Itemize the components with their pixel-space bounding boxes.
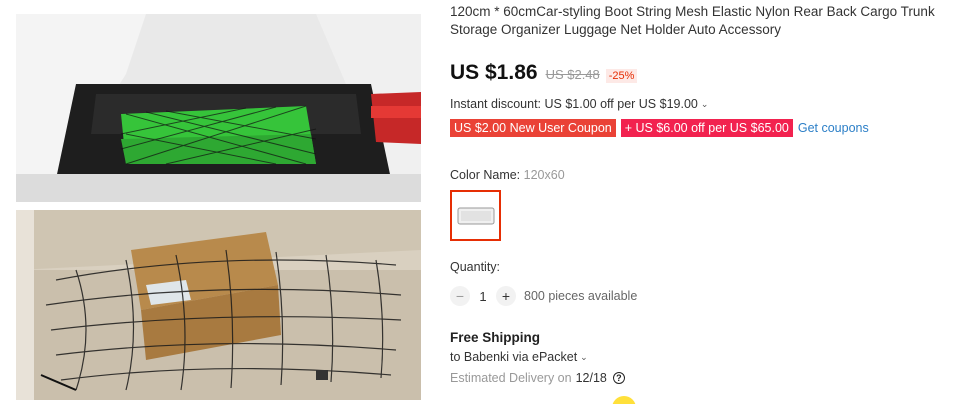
delivery-date: 12/18 xyxy=(575,371,607,385)
quantity-increase-button[interactable]: + xyxy=(496,286,516,306)
get-coupons-link[interactable]: Get coupons xyxy=(798,121,869,135)
current-price: US $1.86 xyxy=(450,61,538,84)
product-image-trunk-green-cargo[interactable] xyxy=(16,14,421,202)
shipping-title: Free Shipping xyxy=(450,330,541,345)
original-price: US $2.48 xyxy=(545,67,600,82)
shipping-destination-text: to Babenki via ePacket xyxy=(450,350,578,364)
instant-discount[interactable]: Instant discount: US $1.00 off per US $1… xyxy=(450,97,970,111)
trunk-net-photo-illustration xyxy=(16,210,421,400)
trunk-photo-illustration xyxy=(16,14,421,202)
product-gallery xyxy=(16,14,421,400)
coupon-row: US $2.00 New User Coupon + US $6.00 off … xyxy=(450,119,970,137)
quantity-decrease-button[interactable]: − xyxy=(450,286,470,306)
shipping-destination[interactable]: to Babenki via ePacket ⌄ xyxy=(450,350,970,364)
instant-discount-text: Instant discount: US $1.00 off per US $1… xyxy=(450,97,698,111)
estimated-delivery: Estimated Delivery on 12/18 ? xyxy=(450,371,970,385)
quantity-input[interactable]: 1 xyxy=(470,289,496,304)
chevron-down-icon: ⌄ xyxy=(580,351,588,362)
product-details: 120cm * 60cmCar-styling Boot String Mesh… xyxy=(450,0,970,385)
stock-available: 800 pieces available xyxy=(524,289,638,303)
store-coupon[interactable]: + US $6.00 off per US $65.00 xyxy=(620,119,793,137)
color-name-label: Color Name: xyxy=(450,168,521,182)
chevron-down-icon: ⌄ xyxy=(700,98,709,109)
color-name-value: 120x60 xyxy=(523,168,565,182)
quantity-label: Quantity: xyxy=(450,260,501,274)
variant-swatch-120x60[interactable] xyxy=(450,190,501,241)
question-circle-icon[interactable]: ? xyxy=(612,372,625,384)
quantity-stepper: − 1 + 800 pieces available xyxy=(450,286,970,306)
color-name-row: Color Name: 120x60 xyxy=(450,168,970,182)
discount-badge: -25% xyxy=(605,69,638,83)
chat-bubble-icon[interactable] xyxy=(612,396,636,404)
net-thumbnail-icon xyxy=(457,207,494,224)
new-user-coupon[interactable]: US $2.00 New User Coupon xyxy=(450,119,616,137)
product-image-trunk-box-net[interactable] xyxy=(16,210,421,400)
delivery-label: Estimated Delivery on xyxy=(450,371,572,385)
product-title: 120cm * 60cmCar-styling Boot String Mesh… xyxy=(450,4,935,37)
price-row: US $1.86 US $2.48 -25% xyxy=(450,61,970,85)
